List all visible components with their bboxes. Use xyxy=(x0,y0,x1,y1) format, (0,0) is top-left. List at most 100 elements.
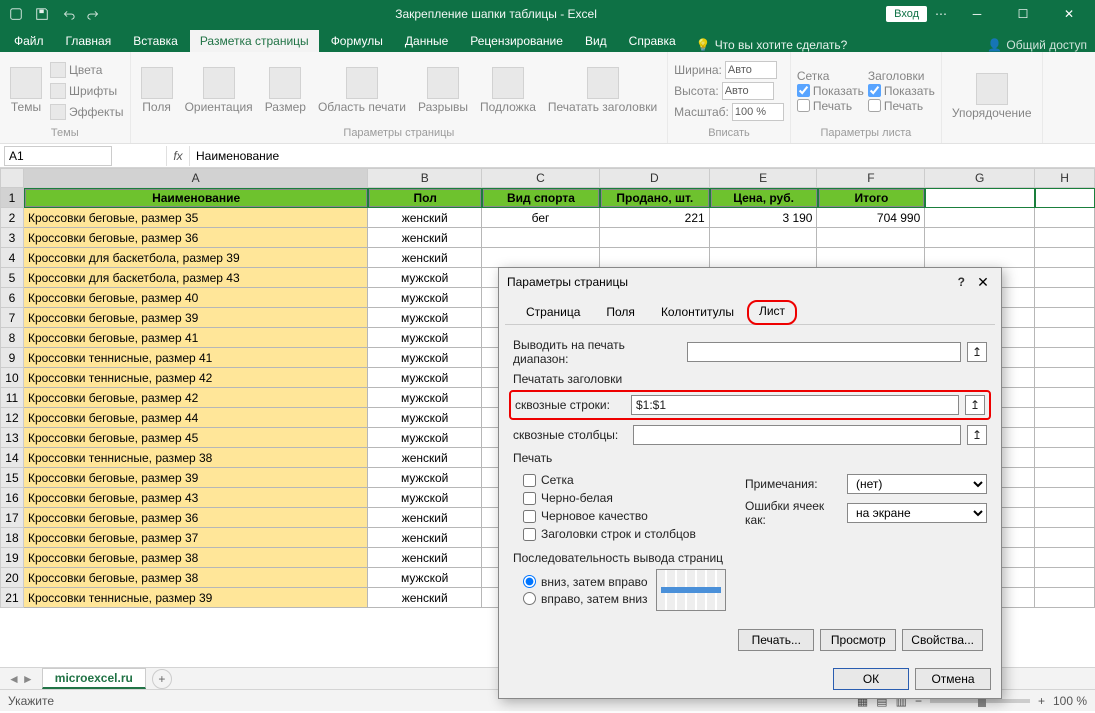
cell[interactable] xyxy=(1035,588,1095,608)
cell[interactable] xyxy=(1035,408,1095,428)
cell[interactable]: Пол xyxy=(368,188,482,208)
row-header[interactable]: 10 xyxy=(0,368,24,388)
headings-print-check[interactable]: Печать xyxy=(868,99,935,113)
cell[interactable]: Кроссовки теннисные, размер 42 xyxy=(24,368,368,388)
dialog-help-icon[interactable]: ? xyxy=(958,275,965,289)
tell-me-search[interactable]: 💡Что вы хотите сделать? xyxy=(696,38,848,52)
printtitles-button[interactable]: Печатать заголовки xyxy=(544,58,661,124)
undo-icon[interactable] xyxy=(56,3,80,25)
cell[interactable]: Продано, шт. xyxy=(600,188,710,208)
dialog-tab-page[interactable]: Страница xyxy=(513,300,593,324)
orientation-button[interactable]: Ориентация xyxy=(181,58,257,124)
login-button[interactable]: Вход xyxy=(886,6,927,22)
fx-button[interactable]: fx xyxy=(166,146,190,166)
row-header[interactable]: 12 xyxy=(0,408,24,428)
dialog-tab-sheet[interactable]: Лист xyxy=(747,300,797,325)
row-header[interactable]: 7 xyxy=(0,308,24,328)
cell[interactable]: мужской xyxy=(368,408,482,428)
print-range-input[interactable] xyxy=(687,342,961,362)
save-icon[interactable] xyxy=(30,3,54,25)
cell[interactable] xyxy=(1035,508,1095,528)
autosave-toggle[interactable] xyxy=(4,3,28,25)
cell[interactable] xyxy=(1035,388,1095,408)
cell[interactable]: Кроссовки для баскетбола, размер 43 xyxy=(24,268,368,288)
cell[interactable] xyxy=(1035,368,1095,388)
grid-show-check[interactable]: Показать xyxy=(797,84,864,98)
col-header[interactable]: F xyxy=(817,168,925,188)
name-box[interactable]: A1 xyxy=(4,146,112,166)
col-header[interactable]: D xyxy=(600,168,710,188)
row-header[interactable]: 20 xyxy=(0,568,24,588)
cell[interactable]: мужской xyxy=(368,428,482,448)
cell[interactable] xyxy=(482,248,600,268)
cell[interactable] xyxy=(1035,348,1095,368)
cell[interactable]: женский xyxy=(368,588,482,608)
col-header[interactable]: B xyxy=(368,168,482,188)
cell[interactable] xyxy=(817,228,925,248)
cell[interactable] xyxy=(1035,568,1095,588)
tab-help[interactable]: Справка xyxy=(619,30,686,52)
cell[interactable]: Кроссовки беговые, размер 36 xyxy=(24,228,368,248)
cell[interactable]: Кроссовки беговые, размер 38 xyxy=(24,548,368,568)
col-header[interactable]: C xyxy=(482,168,600,188)
cell[interactable]: женский xyxy=(368,248,482,268)
row-header[interactable]: 18 xyxy=(0,528,24,548)
cell[interactable]: мужской xyxy=(368,268,482,288)
row-header[interactable]: 1 xyxy=(0,188,24,208)
scale-input[interactable] xyxy=(732,103,784,121)
printarea-button[interactable]: Область печати xyxy=(314,58,410,124)
col-header[interactable]: A xyxy=(24,168,368,188)
row-header[interactable]: 8 xyxy=(0,328,24,348)
cancel-button[interactable]: Отмена xyxy=(915,668,991,690)
cell[interactable] xyxy=(925,208,1035,228)
background-button[interactable]: Подложка xyxy=(476,58,540,124)
col-header[interactable]: H xyxy=(1035,168,1095,188)
cell[interactable]: мужской xyxy=(368,468,482,488)
dialog-close-icon[interactable]: ✕ xyxy=(973,274,993,291)
cell[interactable] xyxy=(710,228,818,248)
cell[interactable] xyxy=(1035,488,1095,508)
properties-button[interactable]: Свойства... xyxy=(902,629,983,651)
sheet-prev-icon[interactable]: ◄ xyxy=(8,672,20,686)
size-button[interactable]: Размер xyxy=(261,58,310,124)
bw-check[interactable]: Черно-белая xyxy=(523,491,725,505)
minimize-button[interactable]: ─ xyxy=(955,0,999,28)
tab-formulas[interactable]: Формулы xyxy=(321,30,393,52)
col-header[interactable]: G xyxy=(925,168,1035,188)
print-button[interactable]: Печать... xyxy=(738,629,814,651)
cell[interactable] xyxy=(925,248,1035,268)
cell[interactable]: Кроссовки беговые, размер 39 xyxy=(24,468,368,488)
grid-check[interactable]: Сетка xyxy=(523,473,725,487)
errors-select[interactable]: на экране xyxy=(847,503,987,523)
cell[interactable]: 221 xyxy=(600,208,710,228)
cell[interactable]: женский xyxy=(368,208,482,228)
share-button[interactable]: 👤Общий доступ xyxy=(987,38,1087,52)
cell[interactable]: мужской xyxy=(368,488,482,508)
ok-button[interactable]: ОК xyxy=(833,668,909,690)
zoom-slider[interactable] xyxy=(930,699,1030,703)
row-header[interactable]: 5 xyxy=(0,268,24,288)
cell[interactable]: Вид спорта xyxy=(482,188,600,208)
cell[interactable]: Итого xyxy=(818,188,926,208)
tab-file[interactable]: Файл xyxy=(4,30,54,52)
cell[interactable]: Кроссовки беговые, размер 44 xyxy=(24,408,368,428)
cell[interactable]: мужской xyxy=(368,568,482,588)
cell[interactable]: 3 190 xyxy=(710,208,818,228)
cell[interactable] xyxy=(925,228,1035,248)
cell[interactable]: мужской xyxy=(368,388,482,408)
cell[interactable] xyxy=(1035,188,1095,208)
sheet-next-icon[interactable]: ► xyxy=(22,672,34,686)
cell[interactable]: Кроссовки теннисные, размер 41 xyxy=(24,348,368,368)
cell[interactable] xyxy=(1035,468,1095,488)
row-header[interactable]: 9 xyxy=(0,348,24,368)
dialog-tab-headerfooter[interactable]: Колонтитулы xyxy=(648,300,747,324)
draft-check[interactable]: Черновое качество xyxy=(523,509,725,523)
cell[interactable]: Кроссовки беговые, размер 45 xyxy=(24,428,368,448)
cell[interactable]: Кроссовки беговые, размер 38 xyxy=(24,568,368,588)
row-header[interactable]: 15 xyxy=(0,468,24,488)
cell[interactable] xyxy=(925,188,1035,208)
height-select[interactable] xyxy=(722,82,774,100)
cell[interactable]: Кроссовки беговые, размер 36 xyxy=(24,508,368,528)
preview-button[interactable]: Просмотр xyxy=(820,629,896,651)
cell[interactable] xyxy=(482,228,600,248)
